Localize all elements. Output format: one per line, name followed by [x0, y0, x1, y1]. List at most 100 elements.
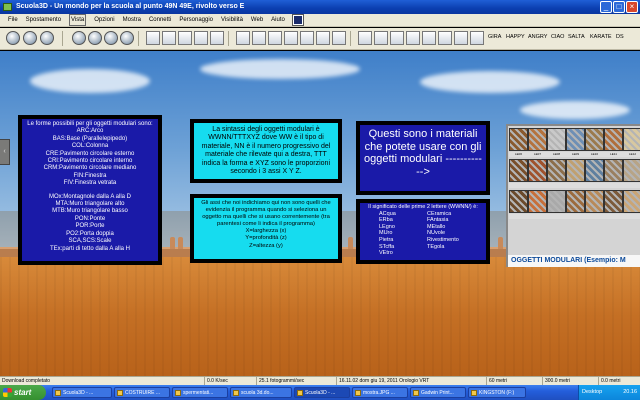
- hammer-icon[interactable]: [332, 31, 346, 45]
- home-icon[interactable]: [104, 31, 118, 45]
- material-swatch-label: LE11: [604, 152, 623, 157]
- teleport-icon[interactable]: [390, 31, 404, 45]
- back-icon[interactable]: [72, 31, 86, 45]
- taskbar-item-label: Scuola3D - ...: [63, 390, 94, 396]
- cloud: [30, 69, 150, 93]
- walk-icon[interactable]: [178, 31, 192, 45]
- material-swatch[interactable]: [509, 159, 528, 182]
- side-panel-toggle[interactable]: ‹: [0, 139, 10, 165]
- material-swatch[interactable]: [604, 128, 623, 151]
- start-button[interactable]: start: [0, 385, 46, 400]
- menu-visibilita[interactable]: Visibilità: [221, 14, 243, 26]
- menu-bar: File Spostamento Vista Opzioni Mostra Co…: [0, 14, 640, 27]
- material-swatch[interactable]: [566, 159, 585, 182]
- shape-item: BAS:Base (Parallelepipedo): [52, 135, 128, 142]
- anim-salta[interactable]: SALTA: [568, 34, 585, 40]
- code-item: CEramica: [427, 210, 452, 217]
- material-swatch[interactable]: [528, 128, 547, 151]
- menu-opzioni[interactable]: Opzioni: [94, 14, 114, 26]
- menu-vista[interactable]: Vista: [69, 14, 87, 26]
- taskbar-item[interactable]: Scuola3D - ...: [52, 387, 112, 398]
- menu-aiuto[interactable]: Aiuto: [271, 14, 285, 26]
- material-swatch[interactable]: [509, 128, 528, 151]
- clock-icon[interactable]: [40, 31, 54, 45]
- forward-icon[interactable]: [88, 31, 102, 45]
- menu-file[interactable]: File: [8, 14, 18, 26]
- anim-gira[interactable]: GIRA: [488, 34, 501, 40]
- wand-icon[interactable]: [300, 31, 314, 45]
- material-swatch[interactable]: [585, 159, 604, 182]
- material-swatch[interactable]: [547, 128, 566, 151]
- minimize-button[interactable]: _: [600, 1, 612, 13]
- material-swatch[interactable]: [623, 128, 640, 151]
- material-swatch[interactable]: [509, 190, 528, 213]
- menu-spostamento[interactable]: Spostamento: [26, 14, 61, 26]
- anim-happy[interactable]: HAPPY: [506, 34, 525, 40]
- avatar-icon[interactable]: [194, 31, 208, 45]
- build-icon[interactable]: [236, 31, 250, 45]
- menu-connetti[interactable]: Connetti: [149, 14, 171, 26]
- material-swatch-label: [509, 183, 528, 188]
- material-swatch[interactable]: [547, 190, 566, 213]
- menu-personaggio[interactable]: Personaggio: [179, 14, 213, 26]
- anim-ds[interactable]: DS: [616, 34, 624, 40]
- edit-icon[interactable]: [252, 31, 266, 45]
- material-swatch[interactable]: [547, 159, 566, 182]
- tray-desktop-label[interactable]: Desktop: [582, 389, 602, 395]
- material-swatch[interactable]: [585, 190, 604, 213]
- taskbar-item[interactable]: mostra.JPG ...: [352, 387, 408, 398]
- taskbar-item[interactable]: spermentati...: [172, 387, 228, 398]
- material-swatch[interactable]: [566, 190, 585, 213]
- people-icon[interactable]: [374, 31, 388, 45]
- image-icon: [355, 390, 361, 396]
- stop-icon[interactable]: [406, 31, 420, 45]
- taskbar-item-label: KINGSTON (F:): [479, 390, 515, 396]
- world-icon[interactable]: [291, 14, 304, 26]
- railing-post: [348, 237, 353, 249]
- brush-icon[interactable]: [316, 31, 330, 45]
- anim-ciao[interactable]: CIAO: [551, 34, 564, 40]
- material-swatch-label: LE09: [566, 152, 585, 157]
- globe-icon[interactable]: [23, 31, 37, 45]
- title-bar[interactable]: Scuola3D - Un mondo per la scuola al pun…: [0, 0, 640, 14]
- material-swatch[interactable]: [566, 128, 585, 151]
- material-swatch[interactable]: [528, 190, 547, 213]
- code-item: Rivestimento: [427, 236, 459, 243]
- menu-web[interactable]: Web: [251, 14, 263, 26]
- close-button[interactable]: ×: [626, 1, 638, 13]
- cursor-icon[interactable]: [146, 31, 160, 45]
- 3d-viewport[interactable]: ‹ Le forme possibili per gli oggetti mod…: [0, 51, 640, 376]
- taskbar-item-active[interactable]: Scuola3D - ...: [294, 387, 350, 398]
- chat-icon[interactable]: [268, 31, 282, 45]
- maximize-button[interactable]: □: [613, 1, 625, 13]
- anim-angry[interactable]: ANGRY: [528, 34, 547, 40]
- settings-icon[interactable]: [422, 31, 436, 45]
- gear-icon[interactable]: [6, 31, 20, 45]
- taskbar-item[interactable]: COSTRUIRE ...: [114, 387, 170, 398]
- map-icon[interactable]: [358, 31, 372, 45]
- taskbar-item[interactable]: scuola 3d.do...: [230, 387, 292, 398]
- help-icon[interactable]: [470, 31, 484, 45]
- camera-icon[interactable]: [210, 31, 224, 45]
- material-swatch[interactable]: [585, 128, 604, 151]
- code-item: STcffa: [379, 243, 395, 250]
- taskbar-item[interactable]: KINGSTON (F:): [468, 387, 526, 398]
- material-swatch[interactable]: [528, 159, 547, 182]
- shape-item: FIN:Finestra: [73, 172, 107, 179]
- system-tray: Desktop 20.16: [578, 385, 640, 400]
- material-swatch[interactable]: [623, 190, 640, 213]
- material-swatch[interactable]: [604, 190, 623, 213]
- anim-karate[interactable]: KARATE: [590, 34, 612, 40]
- material-swatch[interactable]: [623, 159, 640, 182]
- screen-icon[interactable]: [438, 31, 452, 45]
- tools-icon[interactable]: [454, 31, 468, 45]
- material-swatch[interactable]: [604, 159, 623, 182]
- person-icon[interactable]: [162, 31, 176, 45]
- taskbar-item[interactable]: Gadwin Print...: [410, 387, 466, 398]
- axes-panel: Gli assi che noi indichiamo qui non sono…: [190, 194, 342, 263]
- reload-icon[interactable]: [120, 31, 134, 45]
- menu-mostra[interactable]: Mostra: [123, 14, 141, 26]
- paint-icon[interactable]: [284, 31, 298, 45]
- code-item: FAntasia: [427, 217, 449, 224]
- tray-clock[interactable]: 20.16: [623, 385, 637, 400]
